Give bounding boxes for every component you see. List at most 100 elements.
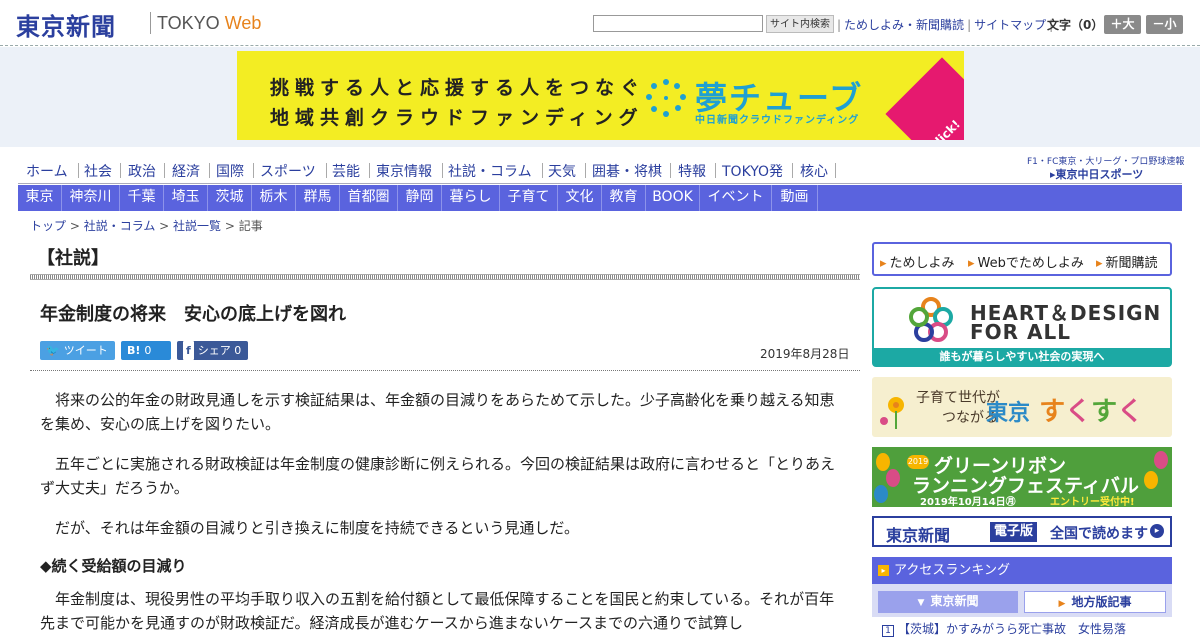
arrow-right-icon: ▸ [1150,524,1164,538]
region-tochigi[interactable]: 栃木 [252,185,296,211]
balloon-icon [874,485,888,503]
green-ribbon-date: 2019年10月14日㊊ [920,497,1016,507]
balloon-icon [1154,451,1168,469]
e-paper-banner[interactable]: 東京新聞 電子版 全国で読めます ▸ [872,516,1172,547]
nav-international[interactable]: 国際 [216,161,244,181]
nav-culture[interactable]: 文化 [558,185,602,211]
e-paper-tag: 電子版 [990,522,1038,542]
nav-video[interactable]: 動画 [772,185,818,211]
breadcrumb: トップ > 社説・コラム > 社説一覧 > 記事 [30,219,263,233]
heart-design-banner[interactable]: HEART＆DESIGN FOR ALL 誰もが暮らしやすい社会の実現へ [872,287,1172,367]
ranking-title: アクセスランキング [894,563,1010,578]
article-paragraph: 将来の公的年金の財政見通しを示す検証結果は、年金額の目減りをあらためて示した。少… [40,391,835,433]
logo-en-suffix: Web [224,13,262,33]
breadcrumb-top[interactable]: トップ [30,219,66,233]
article-paragraph: 年金制度は、現役男性の平均手取り収入の五割を給付額として最低保障することを国民と… [40,590,835,632]
ranking-tabs: ▼ 東京新聞 ▶ 地方版記事 [872,584,1172,617]
logo-en-prefix: TOKYO [157,13,220,33]
nav-weather[interactable]: 天気 [548,161,576,181]
share-label: シェア [197,344,231,357]
trial-reading-link[interactable]: ためしよみ [880,252,955,271]
nav-editorial-column[interactable]: 社説・コラム [448,161,532,181]
tab-local-articles[interactable]: ▶ 地方版記事 [1024,591,1166,613]
nav-society[interactable]: 社会 [84,161,112,181]
tweet-button[interactable]: 🐦 ツイート [40,341,115,360]
breadcrumb-editorial-list[interactable]: 社説一覧 [173,219,221,233]
region-ibaraki[interactable]: 茨城 [208,185,252,211]
balloon-icon [1144,471,1158,489]
site-logo[interactable]: 東京新聞 [16,7,116,42]
sitemap-link[interactable]: サイトマップ [974,18,1046,32]
nav-book[interactable]: BOOK [646,185,700,211]
chunichi-sports-logo[interactable]: ▸東京中日スポーツ [1050,166,1143,182]
region-chiba[interactable]: 千葉 [120,185,164,211]
facebook-icon: f [183,341,194,360]
heart-design-line-2: FOR ALL [970,320,1071,344]
twitter-icon: 🐦 [46,344,60,357]
web-trial-reading-link[interactable]: Webでためしよみ [968,252,1084,271]
dream-tube-dots-icon [646,79,686,117]
header-links: | ためしよみ・新聞購読 | サイトマップ | [837,18,1054,32]
main-nav: ホーム 社会 政治 経済 国際 スポーツ 芸能 東京情報 社説・コラム 天気 囲… [18,158,1182,184]
font-bigger-button[interactable]: ＋大 [1104,15,1141,34]
tokyo-sukusuku-banner[interactable]: 子育て世代が つながる 東京 すくすく [872,377,1172,437]
search-button[interactable]: サイト内検索 [766,15,834,33]
click-corner[interactable]: Click! [885,57,964,140]
site-logo-english[interactable]: TOKYO Web [157,13,261,34]
region-kanagawa[interactable]: 神奈川 [62,185,120,211]
nav-entertainment[interactable]: 芸能 [332,161,360,181]
nav-tokyo-hatsu[interactable]: TOKYO発 [722,161,783,181]
trial-subscribe-link[interactable]: ためしよみ・新聞購読 [844,18,964,32]
region-tokyo[interactable]: 東京 [18,185,62,211]
breadcrumb-editorial-column[interactable]: 社説・コラム [84,219,156,233]
nav-event[interactable]: イベント [700,185,772,211]
ranking-header: ▸ アクセスランキング [872,557,1172,584]
tweet-label: ツイート [63,344,108,357]
search-input[interactable] [593,15,763,32]
ranking-item[interactable]: 1 【茨城】かすみがうら死亡事故 女性易落 [882,620,1126,637]
banner-line-1: 挑戦する人と応援する人をつなぐ [270,77,646,99]
heart-design-logo-icon [909,297,953,342]
nav-economy[interactable]: 経済 [172,161,200,181]
region-shutoken[interactable]: 首都圏 [340,185,398,211]
crowdfunding-banner[interactable]: 挑戦する人と応援する人をつなぐ 地域共創クラウドファンディング 夢チューブ 中日… [237,51,964,140]
year-badge: 2019 [907,455,929,469]
article-title: 年金制度の将来 安心の底上げを図れ [40,304,346,325]
site-header: 東京新聞 TOKYO Web サイト内検索 | ためしよみ・新聞購読 | サイトマップ… [0,0,1200,46]
nav-sports[interactable]: スポーツ [260,161,316,181]
nav-go-shogi[interactable]: 囲碁・将棋 [592,161,662,181]
breadcrumb-current: 記事 [238,219,263,233]
e-paper-logo: 東京新聞 [886,526,951,545]
ranking-item-text: 【茨城】かすみがうら死亡事故 女性易落 [898,622,1127,636]
ranking-icon: ▸ [878,565,889,576]
nav-education[interactable]: 教育 [602,185,646,211]
article-subheading: ◆続く受給額の目減り [40,557,187,575]
flower-icon [880,397,904,429]
heart-design-caption: 誰もが暮らしやすい社会の実現へ [874,348,1170,365]
nav-politics[interactable]: 政治 [128,161,156,181]
nav-tokyo-info[interactable]: 東京情報 [376,161,432,181]
region-shizuoka[interactable]: 静岡 [398,185,442,211]
balloon-icon [876,453,890,471]
hatena-bookmark-button[interactable]: B! 0 [121,341,171,360]
green-ribbon-banner[interactable]: 2019 グリーンリボン ランニングフェスティバル 2019年10月14日㊊ エ… [872,447,1172,507]
region-saitama[interactable]: 埼玉 [164,185,208,211]
tab-tokyo-shimbun[interactable]: ▼ 東京新聞 [878,591,1018,613]
subscription-links: ためしよみ Webでためしよみ 新聞購読 [872,242,1172,276]
nav-home[interactable]: ホーム [26,161,68,181]
nav-living[interactable]: 暮らし [442,185,500,211]
nav-parenting[interactable]: 子育て [500,185,558,211]
nav-core[interactable]: 核心 [800,161,828,181]
share-count: 0 [234,344,242,357]
article-paragraph: 五年ごとに実施される財政検証は年金制度の健康診断に例えられる。今回の検証結果は政… [40,455,836,497]
sukusuku-logo: 東京 すくすく [986,397,1144,427]
logo-divider [150,12,151,34]
region-gunma[interactable]: 群馬 [296,185,340,211]
font-smaller-button[interactable]: －小 [1146,15,1183,34]
subscribe-link[interactable]: 新聞購読 [1096,252,1158,271]
click-label: Click! [926,117,963,140]
article-date: 2019年8月28日 [760,347,850,361]
facebook-share-button[interactable]: f シェア 0 [177,341,248,360]
section-title: 【社説】 [37,248,109,269]
nav-special-report[interactable]: 特報 [678,161,706,181]
